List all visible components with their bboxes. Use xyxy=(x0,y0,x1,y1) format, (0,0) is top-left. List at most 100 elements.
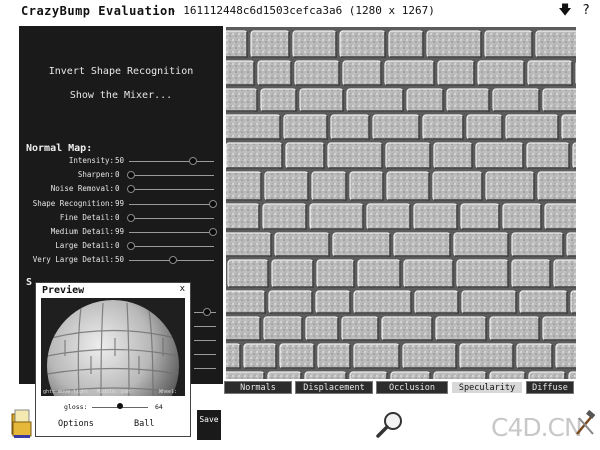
stone-brick xyxy=(385,142,431,169)
slider-knob[interactable] xyxy=(168,256,177,265)
close-icon[interactable]: x xyxy=(180,284,185,294)
ball-button[interactable]: Ball xyxy=(134,419,154,429)
slider-knob[interactable] xyxy=(209,228,218,236)
slider-knob[interactable] xyxy=(127,171,135,180)
stone-brick xyxy=(341,316,379,341)
help-icon[interactable]: ? xyxy=(578,3,594,19)
stone-brick xyxy=(346,88,404,112)
stone-brick xyxy=(226,142,283,169)
preview-hint-wheel: Wheel: xyxy=(159,389,178,395)
slider-knob[interactable] xyxy=(209,199,218,208)
stone-brick xyxy=(435,316,487,341)
slider-label: Large Detail: xyxy=(55,241,114,251)
stone-brick xyxy=(353,343,400,369)
stone-brick xyxy=(485,171,535,201)
slider-knob[interactable] xyxy=(127,185,135,194)
stone-brick xyxy=(561,114,576,140)
download-icon[interactable]: 🡇 xyxy=(557,3,573,19)
hidden-slider-track[interactable] xyxy=(194,326,216,327)
stone-brick xyxy=(381,316,433,341)
gloss-slider-knob[interactable] xyxy=(117,403,123,409)
show-mixer-button[interactable]: Show the Mixer... xyxy=(19,90,223,101)
stone-brick xyxy=(433,371,487,379)
watermark: C4D.CN xyxy=(491,413,583,442)
stone-brick xyxy=(257,60,292,86)
slider-row: Medium Detail: 99 xyxy=(19,225,223,239)
hidden-slider-track[interactable] xyxy=(194,340,216,341)
slider-row: Sharpen: 0 xyxy=(19,168,223,182)
slider-track[interactable] xyxy=(129,203,214,205)
stone-brick xyxy=(511,259,551,288)
tab-specularity[interactable]: Specularity xyxy=(451,381,523,394)
stone-brick xyxy=(460,203,500,230)
tab-normals[interactable]: Normals xyxy=(224,381,292,394)
hidden-slider-knob[interactable] xyxy=(203,308,211,316)
magnifier-icon[interactable] xyxy=(374,410,404,440)
hidden-slider-track[interactable] xyxy=(194,368,216,369)
stone-brick xyxy=(537,171,576,201)
file-info: - 161112448c6d1503cefca3a6 (1280 x 1267) xyxy=(170,4,435,17)
slider-track[interactable] xyxy=(129,232,214,233)
stone-brick xyxy=(535,30,576,58)
second-section-heading: S xyxy=(26,277,33,288)
slider-track[interactable] xyxy=(129,161,214,162)
texture-view[interactable] xyxy=(226,27,576,379)
stone-brick xyxy=(327,142,383,169)
save-button[interactable]: Save xyxy=(197,410,221,440)
normal-map-heading: Normal Map: xyxy=(26,143,93,154)
tab-occlusion[interactable]: Occlusion xyxy=(376,381,448,394)
stone-brick xyxy=(489,316,540,341)
slider-value: 0 xyxy=(115,212,120,222)
stone-brick xyxy=(353,290,412,314)
hidden-slider-track[interactable] xyxy=(194,354,216,355)
options-button[interactable]: Options xyxy=(58,419,94,429)
stone-brick xyxy=(553,259,576,288)
stone-brick xyxy=(304,371,347,379)
stone-brick xyxy=(243,343,277,369)
stone-brick xyxy=(526,142,570,169)
stone-brick xyxy=(292,30,337,58)
stone-brick xyxy=(260,88,297,112)
stone-brick xyxy=(339,30,386,58)
open-icon[interactable] xyxy=(11,408,33,440)
stone-brick xyxy=(309,203,364,230)
stone-brick xyxy=(311,171,347,201)
slider-track[interactable] xyxy=(129,246,214,248)
slider-value: 0 xyxy=(115,184,120,194)
stone-brick xyxy=(459,343,514,369)
stone-wall-texture xyxy=(226,27,576,379)
stone-brick xyxy=(317,343,351,369)
gloss-value: 64 xyxy=(155,403,163,411)
slider-value: 0 xyxy=(115,170,120,180)
stone-brick xyxy=(390,371,431,379)
tab-diffuse[interactable]: Diffuse xyxy=(526,381,574,394)
tab-displacement[interactable]: Displacement xyxy=(295,381,373,394)
stone-brick xyxy=(433,142,473,169)
stone-brick xyxy=(268,290,313,314)
stone-brick xyxy=(294,60,340,86)
stone-brick xyxy=(283,114,328,140)
stone-brick xyxy=(492,88,540,112)
slider-knob[interactable] xyxy=(127,242,135,251)
stone-brick xyxy=(285,142,325,169)
preview-sphere-view[interactable]: ghts move light Middle: pan Wheel: xyxy=(41,298,185,396)
slider-knob[interactable] xyxy=(189,157,198,165)
stone-brick xyxy=(475,142,524,169)
stone-brick xyxy=(384,60,435,86)
stone-brick xyxy=(453,232,509,257)
slider-label: Very Large Detail: xyxy=(32,255,114,265)
slider-label: Shape Recognition: xyxy=(32,198,114,208)
stone-brick xyxy=(357,259,401,288)
slider-track[interactable] xyxy=(129,189,214,191)
slider-track[interactable] xyxy=(129,175,214,177)
stone-brick xyxy=(267,371,302,379)
stone-brick xyxy=(446,88,490,112)
slider-value: 0 xyxy=(115,241,120,251)
stone-brick xyxy=(226,30,248,58)
slider-track[interactable] xyxy=(129,217,214,219)
invert-shape-recognition-button[interactable]: Invert Shape Recognition xyxy=(19,66,223,77)
slider-row: Very Large Detail: 50 xyxy=(19,253,223,267)
tools-icon[interactable] xyxy=(574,409,596,436)
stone-brick xyxy=(388,30,424,58)
slider-knob[interactable] xyxy=(127,213,135,222)
